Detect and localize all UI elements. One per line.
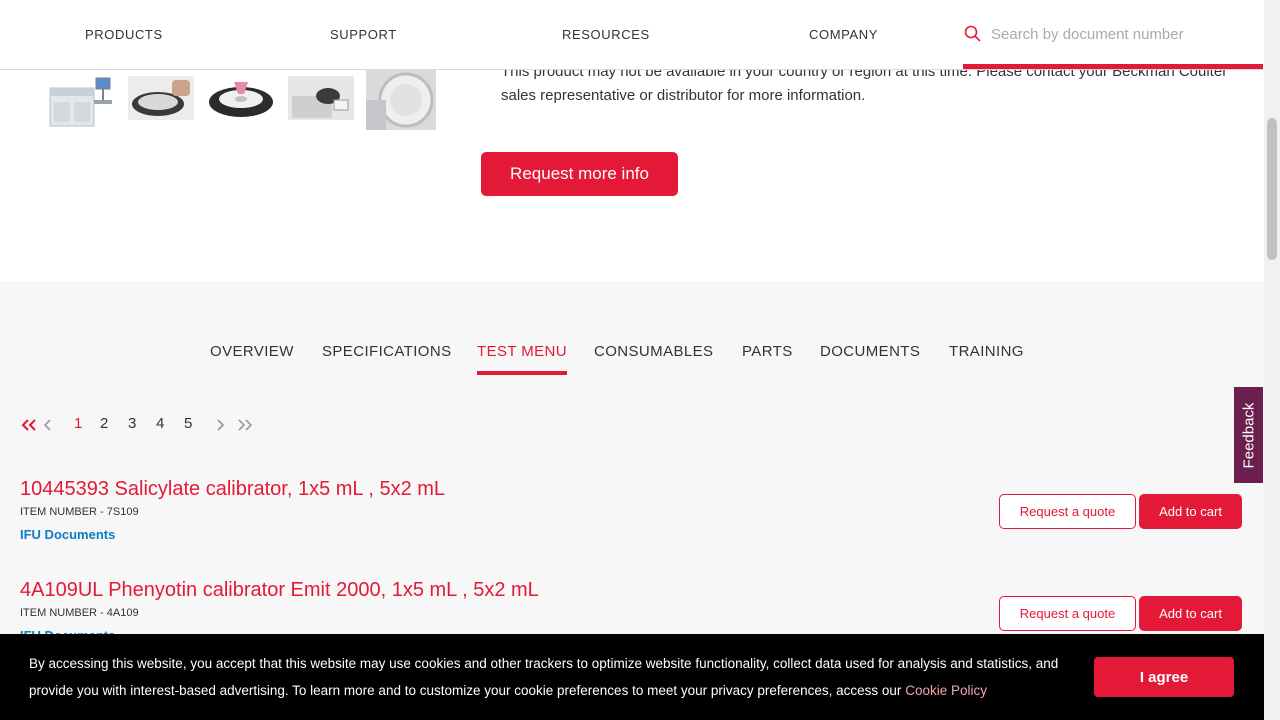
page-scrollbar[interactable] (1264, 0, 1280, 720)
page-3[interactable]: 3 (128, 415, 136, 432)
cookie-policy-link[interactable]: Cookie Policy (905, 683, 987, 698)
cookie-message: By accessing this website, you accept th… (29, 650, 1089, 704)
search-underline (963, 64, 1263, 69)
page-1[interactable]: 1 (74, 415, 82, 432)
ifu-documents-link[interactable]: IFU Documents (20, 527, 115, 542)
search-icon[interactable] (963, 24, 983, 44)
search-input[interactable] (991, 22, 1261, 46)
nav-resources[interactable]: RESOURCES (562, 27, 650, 42)
thumbnail-reaction-disk[interactable] (366, 70, 436, 130)
tab-consumables[interactable]: CONSUMABLES (594, 343, 713, 375)
add-to-cart-button[interactable]: Add to cart (1139, 596, 1242, 631)
thumbnail-operator[interactable] (288, 76, 354, 120)
nav-company[interactable]: COMPANY (809, 27, 878, 42)
nav-support[interactable]: SUPPORT (330, 27, 397, 42)
site-header: PRODUCTS SUPPORT RESOURCES COMPANY (0, 0, 1264, 70)
page-2[interactable]: 2 (100, 415, 108, 432)
item-number: ITEM NUMBER - 4A109 (20, 607, 139, 619)
thumbnail-sample-carousel[interactable] (128, 76, 194, 120)
tab-specifications[interactable]: SPECIFICATIONS (322, 343, 452, 375)
page-5[interactable]: 5 (184, 415, 192, 432)
request-quote-button[interactable]: Request a quote (999, 494, 1136, 529)
item-number: ITEM NUMBER - 7S109 (20, 506, 139, 518)
first-page-icon[interactable] (20, 418, 38, 432)
product-title-link[interactable]: 4A109UL Phenyotin calibrator Emit 2000, … (20, 579, 539, 602)
cookie-banner: By accessing this website, you accept th… (0, 634, 1264, 720)
thumbnail-analyzer[interactable] (48, 70, 116, 128)
page-4[interactable]: 4 (156, 415, 164, 432)
product-title-link[interactable]: 10445393 Salicylate calibrator, 1x5 mL ,… (20, 478, 445, 501)
next-page-icon[interactable] (214, 418, 226, 432)
request-quote-button[interactable]: Request a quote (999, 596, 1136, 631)
add-to-cart-button[interactable]: Add to cart (1139, 494, 1242, 529)
thumbnail-reagent-wheel[interactable] (208, 76, 274, 120)
tab-documents[interactable]: DOCUMENTS (820, 343, 920, 375)
last-page-icon[interactable] (236, 418, 254, 432)
tab-parts[interactable]: PARTS (742, 343, 793, 375)
search-box (963, 0, 1263, 70)
nav-products[interactable]: PRODUCTS (85, 27, 163, 42)
product-thumbnails (48, 70, 448, 132)
feedback-tab[interactable]: Feedback (1234, 387, 1263, 483)
tab-training[interactable]: TRAINING (949, 343, 1024, 375)
tab-overview[interactable]: OVERVIEW (210, 343, 294, 375)
scrollbar-thumb[interactable] (1267, 118, 1277, 260)
cookie-text: By accessing this website, you accept th… (29, 656, 1059, 698)
prev-page-icon[interactable] (42, 418, 54, 432)
tab-test-menu[interactable]: TEST MENU (477, 343, 567, 375)
feedback-label: Feedback (1240, 402, 1257, 468)
request-more-info-button[interactable]: Request more info (481, 152, 678, 196)
agree-button[interactable]: I agree (1094, 657, 1234, 697)
